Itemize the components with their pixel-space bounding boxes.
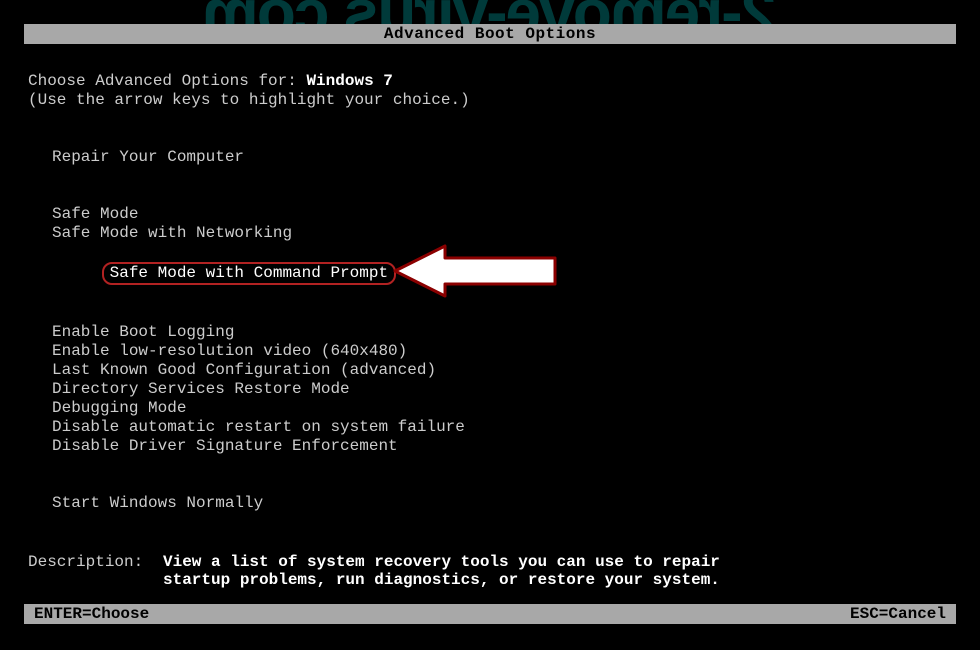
content-area: Choose Advanced Options for: Windows 7 (… <box>26 48 954 604</box>
footer-esc-hint: ESC=Cancel <box>850 604 946 624</box>
boot-options-screen: Advanced Boot Options Choose Advanced Op… <box>24 24 956 624</box>
menu-last-known-good[interactable]: Last Known Good Configuration (advanced) <box>28 361 952 380</box>
menu-no-driver-sig[interactable]: Disable Driver Signature Enforcement <box>28 437 952 456</box>
description-text: View a list of system recovery tools you… <box>163 553 720 589</box>
menu-no-auto-restart[interactable]: Disable automatic restart on system fail… <box>28 418 952 437</box>
description-label: Description: <box>28 553 163 572</box>
hint-line: (Use the arrow keys to highlight your ch… <box>28 91 952 110</box>
menu-low-res-video[interactable]: Enable low-resolution video (640x480) <box>28 342 952 361</box>
menu-safe-mode-command-prompt[interactable]: Safe Mode with Command Prompt <box>28 243 952 304</box>
footer-bar: ENTER=Choose ESC=Cancel <box>24 604 956 624</box>
menu-repair-computer[interactable]: Repair Your Computer <box>28 148 952 167</box>
menu-safe-mode-networking[interactable]: Safe Mode with Networking <box>28 224 952 243</box>
os-name: Windows 7 <box>306 72 392 90</box>
highlighted-option[interactable]: Safe Mode with Command Prompt <box>102 262 396 285</box>
choose-label: Choose Advanced Options for: <box>28 72 306 90</box>
title-text: Advanced Boot Options <box>384 25 596 43</box>
choose-os-line: Choose Advanced Options for: Windows 7 <box>28 72 952 91</box>
menu-debugging[interactable]: Debugging Mode <box>28 399 952 418</box>
menu-boot-logging[interactable]: Enable Boot Logging <box>28 323 952 342</box>
title-bar: Advanced Boot Options <box>24 24 956 44</box>
menu-ds-restore[interactable]: Directory Services Restore Mode <box>28 380 952 399</box>
menu-safe-mode[interactable]: Safe Mode <box>28 205 952 224</box>
footer-enter-hint: ENTER=Choose <box>34 604 149 624</box>
menu-start-normally[interactable]: Start Windows Normally <box>28 494 952 513</box>
description-block: Description: View a list of system recov… <box>28 553 952 589</box>
